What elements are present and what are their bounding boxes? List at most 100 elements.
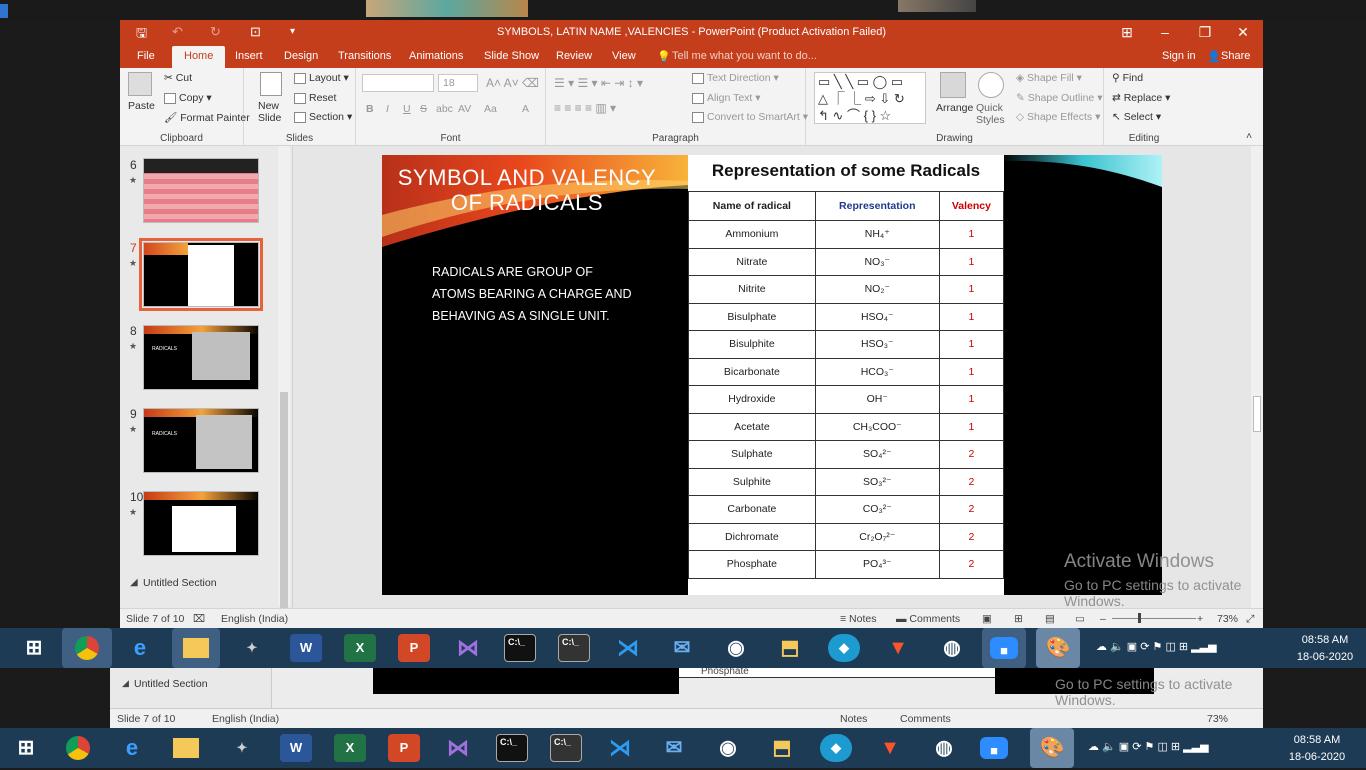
start-icon[interactable]: ⊞ [10,734,42,762]
slide-thumbnail-6[interactable] [143,158,259,223]
tab-home[interactable]: Home [172,46,226,68]
obs-icon[interactable]: ◉ [712,734,744,762]
mail-icon[interactable]: ✉ [658,734,690,762]
slideshow-view-icon[interactable]: ▭ [1075,613,1085,625]
app-icon[interactable]: ✦ [236,634,268,662]
shadow-button[interactable]: abc [436,103,453,115]
globe-app-icon[interactable]: ◍ [928,734,960,762]
clock[interactable]: 08:58 AM 18-06-2020 [1286,733,1348,764]
tab-view[interactable]: View [612,50,636,62]
tab-animations[interactable]: Animations [409,50,463,62]
word-icon[interactable]: W [290,634,322,662]
tab-insert[interactable]: Insert [235,50,263,62]
excel-icon[interactable]: X [344,634,376,662]
new-slide-button[interactable]: New Slide [258,100,281,124]
tell-me-input[interactable]: Tell me what you want to do... [672,50,817,62]
vscode-icon[interactable]: ⋊ [604,734,636,762]
sign-in-link[interactable]: Sign in [1162,50,1196,62]
zoom-out-button[interactable]: – [1100,613,1106,625]
visual-studio-icon[interactable]: ⋈ [452,634,484,662]
align-text-button[interactable]: Align Text ▾ [692,92,761,104]
vscode-icon[interactable]: ⋊ [612,634,644,662]
bullets-icons[interactable]: ☰ ▾ ☰ ▾ ⇤ ⇥ ↕ ▾ [554,76,643,90]
language-indicator[interactable]: English (India) [221,613,288,625]
chrome-icon[interactable] [62,628,112,668]
tab-design[interactable]: Design [284,50,318,62]
visual-studio-icon[interactable]: ⋈ [442,734,474,762]
zoom-slider-thumb[interactable] [1138,613,1141,623]
align-icons[interactable]: ≡ ≡ ≡ ≡ ▥ ▾ [554,101,616,115]
bold-button[interactable]: B [366,103,374,115]
internet-explorer-icon[interactable]: e [116,734,148,762]
slide-title[interactable]: SYMBOL AND VALENCY OF RADICALS [382,165,672,215]
font-name-field[interactable] [362,74,434,92]
smartart-button[interactable]: Convert to SmartArt ▾ [692,111,808,123]
shape-outline-button[interactable]: ✎ Shape Outline ▾ [1016,92,1102,104]
zoom-level[interactable]: 73% [1217,613,1238,625]
italic-button[interactable]: I [386,103,389,115]
word-icon[interactable]: W [280,734,312,762]
section-name[interactable]: Untitled Section [143,577,217,589]
file-explorer-icon[interactable] [172,628,220,668]
zoom-app-icon[interactable]: ■ [978,734,1010,762]
spacing-button[interactable]: AV [458,103,471,115]
tab-review[interactable]: Review [556,50,592,62]
arrange-button[interactable]: Arrange [936,102,973,114]
fishy-app-icon[interactable]: ◆ [828,634,860,662]
brave-icon[interactable]: ▼ [874,734,906,762]
slide-sorter-icon[interactable]: ⊞ [1014,613,1023,625]
slide-body-text[interactable]: RADICALS ARE GROUP OF ATOMS BEARING A CH… [432,261,632,327]
shape-effects-button[interactable]: ◇ Shape Effects ▾ [1016,111,1100,123]
restore-button[interactable]: ❐ [1186,22,1224,42]
notes-button[interactable]: ≡ Notes [840,613,876,625]
normal-view-icon[interactable]: ▣ [982,613,992,625]
slide-thumbnail-10[interactable] [143,491,259,556]
clock[interactable]: 08:58 AM 18-06-2020 [1294,633,1356,664]
font-color-button[interactable]: A [522,103,529,115]
powerpoint-icon[interactable]: P [388,734,420,762]
network-app-icon[interactable]: ⬒ [774,634,806,662]
collapse-ribbon-icon[interactable]: ˄ [1246,130,1252,142]
cmd-icon[interactable]: C:\_ [504,634,536,662]
obs-icon[interactable]: ◉ [720,634,752,662]
format-painter-button[interactable]: 🖌 Format Painter [164,111,250,124]
fishy-app-icon[interactable]: ◆ [820,734,852,762]
terminal-icon[interactable]: C:\_ [550,734,582,762]
start-icon[interactable]: ⊞ [18,634,50,662]
app-icon[interactable]: ✦ [226,734,258,762]
grow-shrink-icons[interactable]: A˄ A˅ ⌫ [486,76,539,90]
reset-button[interactable]: Reset [294,92,336,104]
brave-icon[interactable]: ▼ [882,634,914,662]
slide-thumbnail-9[interactable]: RADICALS [143,408,259,473]
tab-file[interactable]: File [137,50,155,62]
quick-styles-button[interactable]: Quick Styles [976,102,1005,126]
text-direction-button[interactable]: Text Direction ▾ [692,72,779,84]
tab-transitions[interactable]: Transitions [338,50,391,62]
share-button[interactable]: Share [1221,50,1250,62]
cut-button[interactable]: ✂ Cut [164,72,192,84]
find-button[interactable]: ⚲ Find [1112,72,1143,84]
replace-button[interactable]: ⇄ Replace ▾ [1112,92,1170,104]
paint-app-icon[interactable]: 🎨 [1036,628,1080,668]
slide-thumbnail-8[interactable]: RADICALS [143,325,259,390]
tab-slide-show[interactable]: Slide Show [484,50,539,62]
paint-app-icon[interactable]: 🎨 [1030,728,1074,768]
comments-button[interactable]: ▬ Comments [896,613,960,625]
strikethrough-button[interactable]: S [420,103,427,115]
powerpoint-icon[interactable]: P [398,634,430,662]
zoom-app-icon[interactable]: ■ [982,628,1026,668]
change-case-button[interactable]: Aa [484,103,497,115]
terminal-icon[interactable]: C:\_ [558,634,590,662]
zoom-in-button[interactable]: + [1197,613,1203,625]
zoom-slider[interactable] [1112,618,1196,619]
ribbon-display-icon[interactable]: ⊞ [1108,22,1146,42]
layout-button[interactable]: Layout ▾ [294,72,349,84]
section-collapse-icon[interactable]: ◢ [130,577,138,588]
font-size-field[interactable]: 18 [438,74,478,92]
fit-slide-icon[interactable]: ⤢ [1246,613,1254,626]
chrome-icon[interactable] [62,734,94,762]
internet-explorer-icon[interactable]: e [124,634,156,662]
shape-fill-button[interactable]: ◈ Shape Fill ▾ [1016,72,1082,84]
system-tray-icons[interactable]: ☁ 🔈 ▣ ⟳ ⚑ ◫ ⊞ ▂▃▅ [1096,640,1217,654]
spell-check-icon[interactable]: ⌧ [193,613,205,625]
